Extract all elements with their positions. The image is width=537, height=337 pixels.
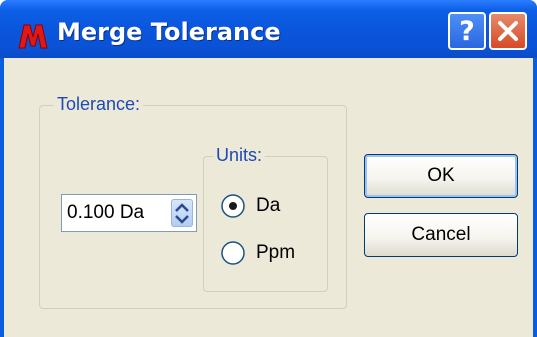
title-bar[interactable]: Merge Tolerance ? bbox=[0, 0, 537, 58]
radio-da-label: Da bbox=[256, 195, 281, 216]
close-icon bbox=[498, 21, 518, 41]
close-button[interactable] bbox=[489, 12, 527, 50]
spinner-arrows[interactable] bbox=[171, 199, 193, 227]
window-title: Merge Tolerance bbox=[57, 18, 281, 46]
units-group-label: Units: bbox=[213, 145, 266, 166]
tolerance-value: 0.100 Da bbox=[67, 202, 145, 223]
radio-ppm-button[interactable] bbox=[220, 240, 246, 266]
radio-da-button[interactable] bbox=[220, 193, 246, 219]
help-button[interactable]: ? bbox=[448, 12, 486, 50]
dialog-body: Tolerance: 0.100 Da Units: Da Ppm OK Can… bbox=[4, 58, 533, 337]
radio-ppm-label: Ppm bbox=[256, 242, 296, 263]
tolerance-group-label: Tolerance: bbox=[54, 94, 144, 115]
app-logo-icon bbox=[18, 24, 48, 49]
ok-button[interactable]: OK bbox=[364, 154, 518, 198]
cancel-button[interactable]: Cancel bbox=[364, 213, 518, 257]
help-icon: ? bbox=[459, 15, 475, 47]
units-groupbox bbox=[203, 156, 328, 292]
merge-tolerance-dialog: Merge Tolerance ? Tolerance: 0.100 Da Un… bbox=[0, 0, 537, 337]
spin-down-icon[interactable] bbox=[172, 213, 192, 226]
tolerance-spinner[interactable]: 0.100 Da bbox=[61, 194, 197, 232]
